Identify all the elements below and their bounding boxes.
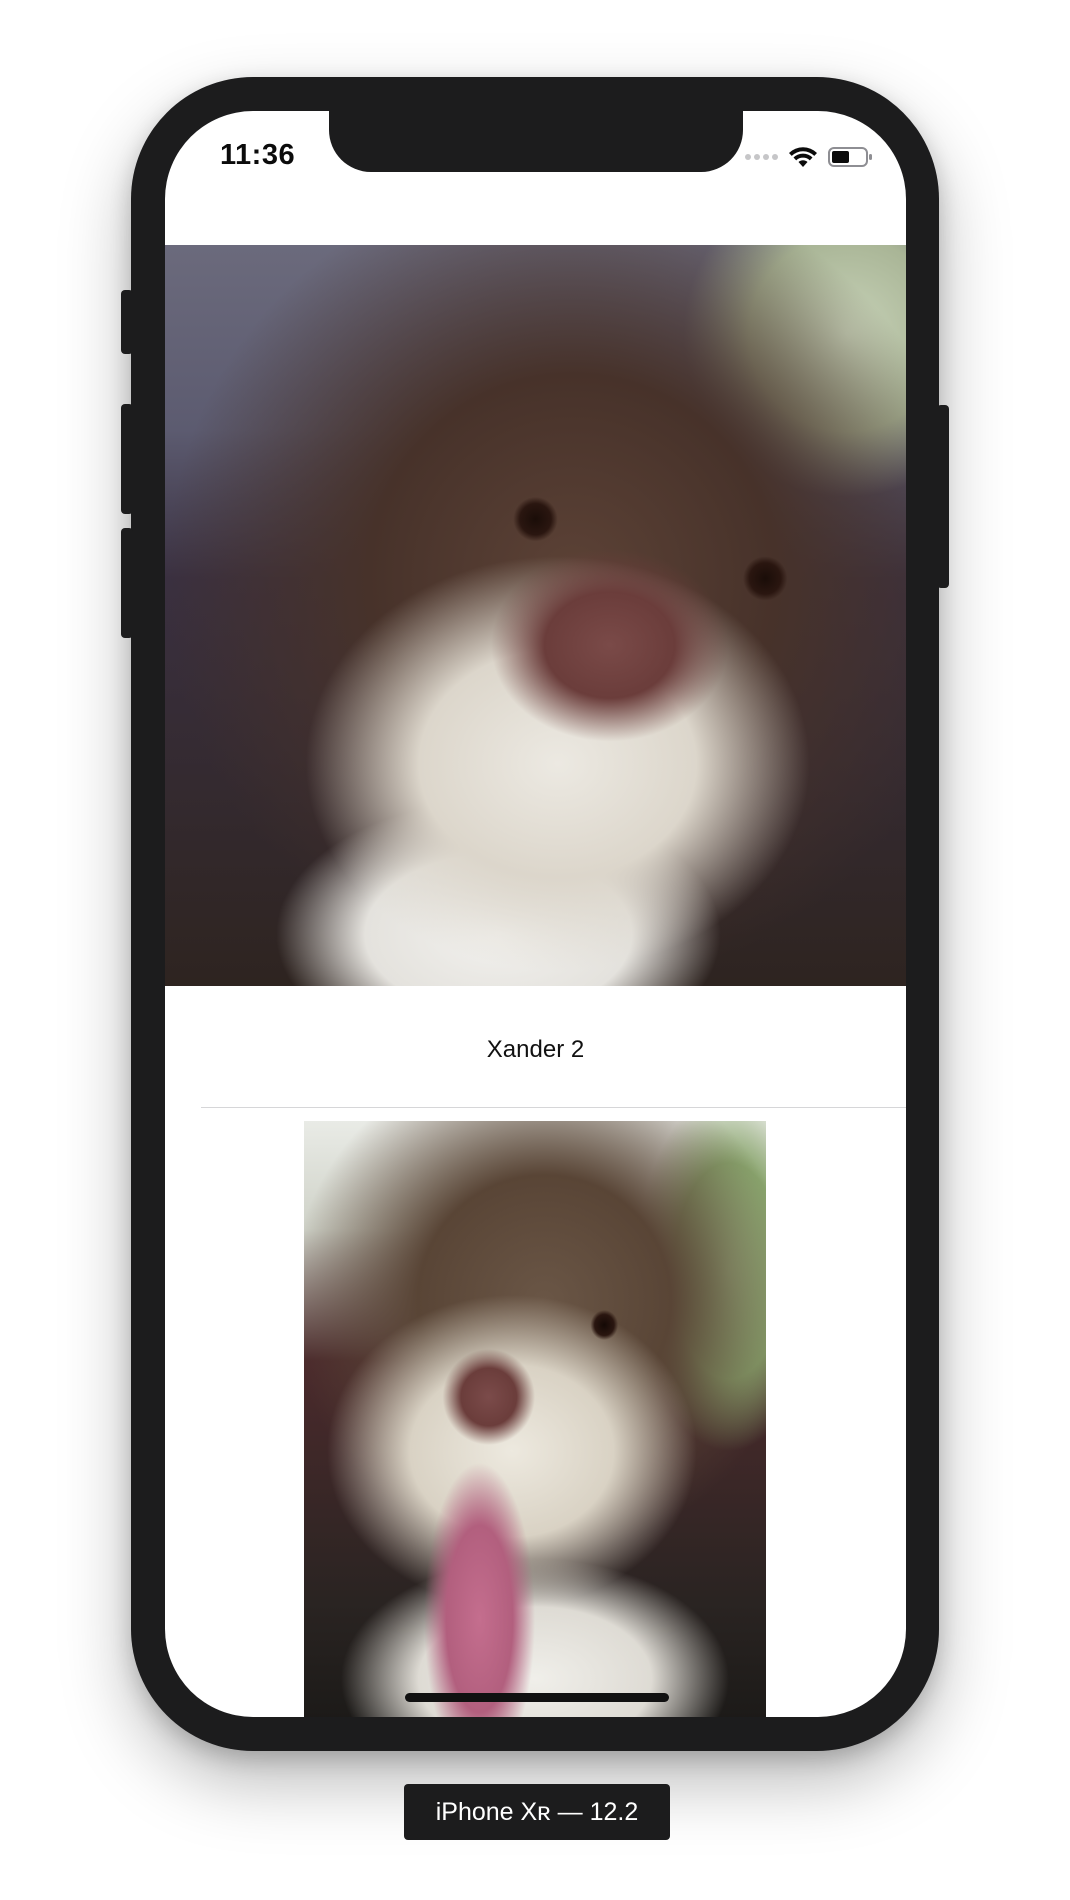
cell-separator xyxy=(201,1107,906,1108)
wifi-icon xyxy=(789,147,817,167)
cell-caption: Xander 2 xyxy=(486,1036,585,1063)
dog-photo-2[interactable] xyxy=(304,1121,766,1717)
volume-down-button xyxy=(121,528,133,638)
side-button xyxy=(937,405,949,588)
battery-icon xyxy=(828,147,872,167)
simulator-stage: 11:36 Xander 2 iPhone Xʀ — 12.2 xyxy=(0,0,1070,1900)
home-indicator[interactable] xyxy=(405,1693,669,1702)
status-time: 11:36 xyxy=(220,139,296,171)
device-screen: 11:36 Xander 2 xyxy=(165,111,906,1717)
simulator-device-label: iPhone Xʀ — 12.2 xyxy=(404,1784,670,1840)
dog-photo-1[interactable] xyxy=(165,245,906,986)
volume-up-button xyxy=(121,404,133,514)
signal-dots-icon xyxy=(745,154,778,160)
mute-switch xyxy=(121,290,133,354)
notch xyxy=(329,111,743,172)
status-icons xyxy=(745,145,874,169)
